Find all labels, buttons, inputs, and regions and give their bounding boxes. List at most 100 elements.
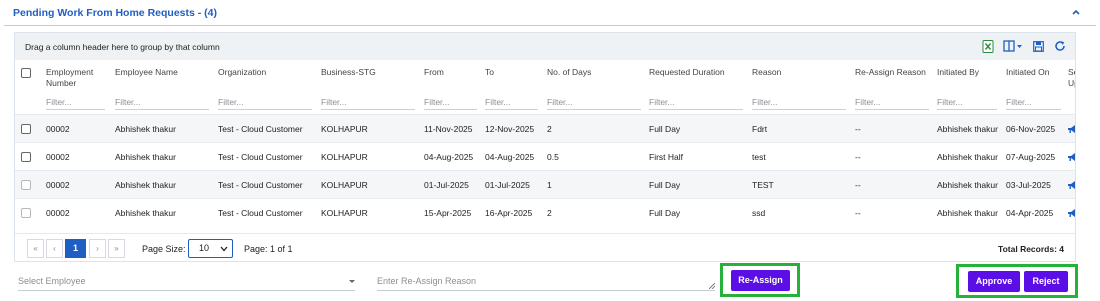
cell-initiated-on: 06-Nov-2025 (1006, 124, 1056, 134)
cell-organization: Test - Cloud Customer (218, 180, 303, 190)
cell-no-of-days: 1 (547, 180, 552, 190)
reassign-reason-input[interactable]: Enter Re-Assign Reason (377, 273, 715, 291)
employee-select[interactable]: Select Employee (18, 273, 355, 291)
table-row[interactable]: 00002 Abhishek thakur Test - Cloud Custome… (15, 142, 1076, 170)
cell-requested-duration: Full Day (649, 208, 681, 218)
employee-select-placeholder: Select Employee (18, 276, 86, 286)
cell-business-stg: KOLHAPUR (321, 124, 368, 134)
cell-business-stg: KOLHAPUR (321, 208, 368, 218)
cell-reassign-reason: -- (855, 208, 861, 218)
filter-row: Filter... Filter... Filter... Filter... … (15, 92, 1075, 114)
cell-to: 16-Apr-2025 (485, 208, 533, 218)
last-page-button[interactable]: » (108, 239, 125, 258)
table-row[interactable]: 00002 Abhishek thakur Test - Cloud Custome… (15, 198, 1076, 226)
column-header-row: Employment Number Employee Name Organiza… (15, 60, 1075, 92)
page-1-button[interactable]: 1 (65, 239, 86, 258)
cell-reason: test (752, 152, 766, 162)
filter-reason[interactable]: Filter... (752, 95, 846, 110)
filter-no-of-days[interactable]: Filter... (547, 95, 641, 110)
dropdown-arrow-icon (349, 280, 355, 283)
page-size-label: Page Size: (142, 244, 186, 254)
cell-employee-name: Abhishek thakur (115, 124, 176, 134)
cell-initiated-on: 07-Aug-2025 (1006, 152, 1056, 162)
filter-employment-number[interactable]: Filter... (46, 95, 105, 110)
cell-employment-number: 00002 (46, 208, 70, 218)
cell-no-of-days: 2 (547, 208, 552, 218)
megaphone-icon[interactable] (1067, 208, 1076, 218)
filter-initiated-on[interactable]: Filter... (1006, 95, 1061, 110)
table-row[interactable]: 00002 Abhishek thakur Test - Cloud Custome… (15, 170, 1076, 198)
cell-employment-number: 00002 (46, 124, 70, 134)
column-header-reassign-reason[interactable]: Re-Assign Reason (855, 67, 926, 78)
column-header-initiated-on[interactable]: Initiated On (1006, 67, 1049, 78)
reassign-button[interactable]: Re-Assign (731, 270, 790, 291)
prev-page-button[interactable]: ‹ (46, 239, 63, 258)
column-header-employment-number[interactable]: Employment Number (46, 67, 106, 89)
cell-initiated-by: Abhishek thakur (937, 180, 998, 190)
cell-employee-name: Abhishek thakur (115, 180, 176, 190)
pager: « ‹ 1 › » Page Size: 10 Page: 1 of 1 Tot… (15, 233, 1075, 261)
filter-to[interactable]: Filter... (485, 95, 538, 110)
columns-icon[interactable] (1003, 39, 1023, 53)
panel-header[interactable]: Pending Work From Home Requests - (4) (4, 0, 1096, 26)
refresh-icon[interactable] (1053, 39, 1067, 53)
column-header-to[interactable]: To (485, 67, 494, 78)
column-header-setup[interactable]: Se Up (1068, 67, 1075, 89)
cell-reason: TEST (752, 180, 774, 190)
column-header-reason[interactable]: Reason (752, 67, 781, 78)
page-size-select[interactable]: 10 (188, 239, 233, 258)
grid-toolbar (981, 39, 1067, 53)
select-all-checkbox[interactable] (21, 68, 31, 78)
cell-initiated-on: 03-Jul-2025 (1006, 180, 1051, 190)
megaphone-icon[interactable] (1067, 152, 1076, 162)
cell-reassign-reason: -- (855, 152, 861, 162)
reject-button[interactable]: Reject (1024, 271, 1068, 292)
megaphone-icon[interactable] (1067, 124, 1076, 134)
filter-reassign-reason[interactable]: Filter... (855, 95, 929, 110)
group-by-hint: Drag a column header here to group by th… (25, 42, 220, 52)
megaphone-icon[interactable] (1067, 180, 1076, 190)
row-checkbox[interactable] (21, 208, 31, 218)
cell-initiated-by: Abhishek thakur (937, 124, 998, 134)
cell-initiated-by: Abhishek thakur (937, 208, 998, 218)
row-checkbox[interactable] (21, 124, 31, 134)
cell-from: 01-Jul-2025 (424, 180, 469, 190)
cell-to: 04-Aug-2025 (485, 152, 535, 162)
cell-reassign-reason: -- (855, 180, 861, 190)
column-header-initiated-by[interactable]: Initiated By (937, 67, 979, 78)
group-by-bar[interactable]: Drag a column header here to group by th… (15, 33, 1075, 60)
table-row[interactable]: 00002 Abhishek thakur Test - Cloud Custome… (15, 114, 1076, 142)
filter-from[interactable]: Filter... (424, 95, 477, 110)
chevron-up-icon[interactable] (1070, 6, 1082, 18)
cell-employee-name: Abhishek thakur (115, 208, 176, 218)
resize-grip-icon[interactable] (709, 283, 715, 289)
reassign-reason-placeholder: Enter Re-Assign Reason (377, 276, 477, 286)
excel-export-icon[interactable] (981, 39, 995, 53)
column-header-organization[interactable]: Organization (218, 67, 266, 78)
filter-employee-name[interactable]: Filter... (115, 95, 209, 110)
page-info: Page: 1 of 1 (244, 244, 293, 254)
cell-requested-duration: Full Day (649, 180, 681, 190)
column-header-requested-duration[interactable]: Requested Duration (649, 67, 725, 78)
column-header-business-stg[interactable]: Business-STG (321, 67, 376, 78)
total-records: Total Records: 4 (998, 244, 1064, 254)
cell-from: 04-Aug-2025 (424, 152, 474, 162)
filter-business-stg[interactable]: Filter... (321, 95, 415, 110)
column-header-from[interactable]: From (424, 67, 444, 78)
filter-initiated-by[interactable]: Filter... (937, 95, 997, 110)
column-header-no-of-days[interactable]: No. of Days (547, 67, 591, 78)
filter-requested-duration[interactable]: Filter... (649, 95, 743, 110)
cell-business-stg: KOLHAPUR (321, 152, 368, 162)
filter-organization[interactable]: Filter... (218, 95, 312, 110)
cell-reassign-reason: -- (855, 124, 861, 134)
column-header-employee-name[interactable]: Employee Name (115, 67, 178, 78)
next-page-button[interactable]: › (89, 239, 106, 258)
chevron-down-icon (220, 246, 228, 252)
row-checkbox[interactable] (21, 180, 31, 190)
approve-button[interactable]: Approve (968, 271, 1020, 292)
cell-initiated-on: 04-Apr-2025 (1006, 208, 1054, 218)
save-icon[interactable] (1031, 39, 1045, 53)
cell-business-stg: KOLHAPUR (321, 180, 368, 190)
row-checkbox[interactable] (21, 152, 31, 162)
first-page-button[interactable]: « (27, 239, 44, 258)
